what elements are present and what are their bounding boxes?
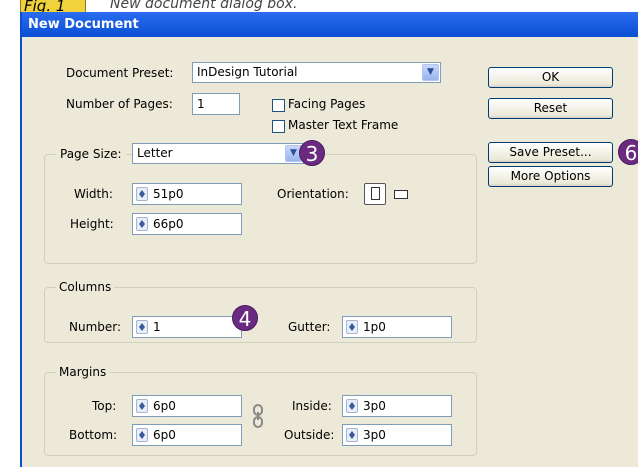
margin-bottom-field[interactable]: 6p0: [132, 424, 242, 446]
page-size-value: Letter: [137, 146, 173, 160]
width-label: Width:: [74, 187, 113, 201]
master-text-frame-checkbox[interactable]: [272, 120, 285, 133]
columns-number-label: Number:: [69, 320, 122, 334]
more-options-button[interactable]: More Options: [488, 166, 613, 187]
margin-outside-value: 3p0: [363, 428, 386, 442]
portrait-orientation-icon[interactable]: [364, 183, 386, 205]
master-text-frame-label: Master Text Frame: [288, 118, 399, 132]
callout-4: 4: [232, 305, 258, 331]
gutter-value: 1p0: [363, 320, 386, 334]
height-value: 66p0: [153, 217, 184, 231]
gutter-label: Gutter:: [288, 320, 331, 334]
ok-button[interactable]: OK: [488, 67, 613, 88]
height-field[interactable]: 66p0: [132, 213, 242, 235]
callout-6: 6: [618, 139, 638, 165]
chain-link-icon[interactable]: [250, 404, 266, 428]
spinner-icon[interactable]: [346, 399, 358, 413]
reset-button[interactable]: Reset: [488, 98, 613, 119]
spinner-icon[interactable]: [136, 187, 148, 201]
margin-outside-field[interactable]: 3p0: [342, 424, 452, 446]
document-preset-label: Document Preset:: [66, 66, 174, 80]
page-size-group: [44, 154, 477, 264]
spinner-icon[interactable]: [346, 428, 358, 442]
document-preset-dropdown[interactable]: InDesign Tutorial ▼: [192, 62, 441, 83]
facing-pages-checkbox[interactable]: [272, 99, 285, 112]
facing-pages-label: Facing Pages: [288, 97, 366, 111]
landscape-orientation-icon[interactable]: [390, 183, 412, 205]
new-document-dialog: New Document Document Preset: InDesign T…: [20, 12, 638, 467]
spinner-icon[interactable]: [136, 320, 148, 334]
margin-top-value: 6p0: [153, 399, 176, 413]
dropdown-arrow-icon[interactable]: ▼: [422, 64, 439, 81]
columns-number-value: 1: [153, 320, 161, 334]
margin-outside-label: Outside:: [284, 428, 335, 442]
number-of-pages-field[interactable]: 1: [192, 93, 240, 115]
margin-inside-label: Inside:: [292, 399, 332, 413]
page-size-label: Page Size:: [56, 144, 126, 164]
width-field[interactable]: 51p0: [132, 183, 242, 205]
figure-caption: New document dialog box.: [110, 0, 298, 12]
save-preset-button[interactable]: Save Preset...: [488, 142, 613, 163]
callout-3: 3: [299, 140, 325, 166]
spinner-icon[interactable]: [346, 320, 358, 334]
number-of-pages-label: Number of Pages:: [66, 97, 173, 111]
spinner-icon[interactable]: [136, 217, 148, 231]
spinner-icon[interactable]: [136, 399, 148, 413]
dialog-title: New Document: [22, 12, 638, 37]
margin-bottom-value: 6p0: [153, 428, 176, 442]
number-of-pages-value: 1: [197, 97, 205, 111]
spinner-icon[interactable]: [136, 428, 148, 442]
page-size-dropdown[interactable]: Letter ▼: [132, 143, 304, 164]
columns-title: Columns: [56, 280, 115, 294]
width-value: 51p0: [153, 187, 184, 201]
margins-title: Margins: [56, 365, 110, 379]
orientation-label: Orientation:: [277, 187, 349, 201]
gutter-field[interactable]: 1p0: [342, 316, 452, 338]
height-label: Height:: [70, 217, 114, 231]
columns-number-field[interactable]: 1: [132, 316, 242, 338]
margin-inside-value: 3p0: [363, 399, 386, 413]
margin-inside-field[interactable]: 3p0: [342, 395, 452, 417]
margin-bottom-label: Bottom:: [69, 428, 118, 442]
document-preset-value: InDesign Tutorial: [197, 65, 298, 79]
margin-top-label: Top:: [92, 399, 117, 413]
margin-top-field[interactable]: 6p0: [132, 395, 242, 417]
